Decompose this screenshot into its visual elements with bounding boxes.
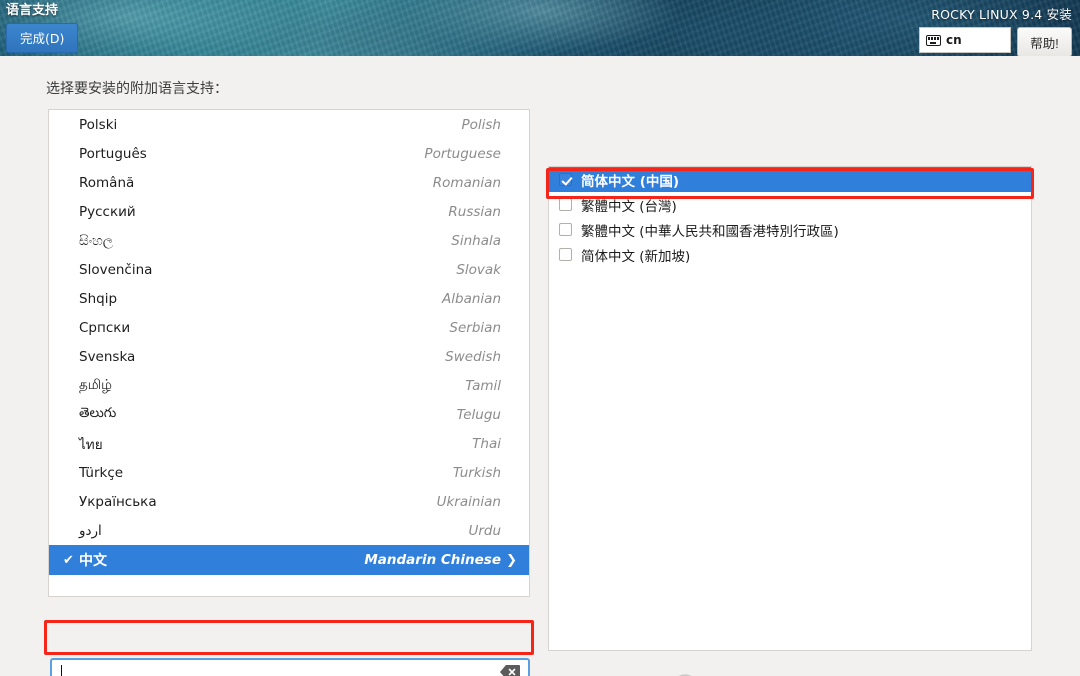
language-english-name: Sinhala: [451, 232, 501, 249]
language-native-name: Српски: [79, 319, 131, 336]
language-native-name: ไทย: [79, 436, 103, 453]
instruction-label: 选择要安装的附加语言支持：: [46, 81, 228, 97]
language-row[interactable]: Türkçe Turkish: [49, 458, 529, 487]
language-english-name: Urdu: [468, 522, 501, 539]
locale-row[interactable]: 繁體中文 (中華人民共和國香港特別行政區): [549, 217, 1031, 242]
language-english-name: Swedish: [445, 348, 501, 365]
language-native-name: Slovenčina: [79, 261, 153, 278]
language-row[interactable]: Română Romanian: [49, 168, 529, 197]
language-row-selected[interactable]: ✔ 中文 Mandarin Chinese ❯: [49, 545, 529, 575]
language-english-name: Albanian: [442, 290, 501, 307]
header-left-group: 语言支持 完成(D): [6, 3, 79, 53]
language-row[interactable]: Српски Serbian: [49, 313, 529, 342]
locale-list[interactable]: 简体中文 (中国) 繁體中文 (台灣) 繁體中文 (中華人民共和國香港特別行政區) 简…: [548, 166, 1032, 651]
language-native-name: Shqip: [79, 290, 118, 307]
language-row[interactable]: ไทย Thai: [49, 429, 529, 458]
language-english-name: Telugu: [456, 406, 501, 423]
language-native-name: Română: [79, 174, 135, 191]
language-english-name: Romanian: [432, 174, 501, 191]
done-button[interactable]: 完成(D): [6, 23, 79, 53]
language-english-name: Polish: [461, 116, 502, 133]
language-row[interactable]: සිංහල Sinhala: [49, 226, 529, 255]
locale-checkbox[interactable]: [559, 248, 572, 261]
language-english-name: Thai: [472, 435, 501, 452]
language-row[interactable]: தமிழ் Tamil: [49, 371, 529, 400]
watermark: 公众号 · 超哥的IT私房菜: [672, 670, 1020, 676]
language-native-name: தமிழ்: [79, 376, 112, 393]
locale-checkbox[interactable]: [559, 198, 572, 211]
chevron-right-icon: ❯: [506, 552, 517, 568]
language-row[interactable]: తెలుగు Telugu: [49, 400, 529, 429]
language-row[interactable]: Português Portuguese: [49, 139, 529, 168]
language-english-name: Tamil: [465, 377, 501, 394]
language-row[interactable]: اردو Urdu: [49, 516, 529, 545]
language-row[interactable]: Shqip Albanian: [49, 284, 529, 313]
keyboard-layout-label: cn: [946, 33, 962, 47]
language-native-name: Polski: [79, 116, 118, 133]
keyboard-layout-indicator[interactable]: cn: [919, 27, 1011, 53]
language-english-name: Ukrainian: [436, 493, 501, 510]
language-native-name: اردو: [79, 522, 102, 539]
text-caret: [61, 665, 62, 676]
language-native-name: తెలుగు: [79, 405, 117, 421]
locale-label: 简体中文 (中国): [581, 173, 680, 190]
language-native-name: Svenska: [79, 348, 136, 365]
language-english-name: Turkish: [452, 464, 501, 481]
page-title: 语言支持: [6, 3, 59, 18]
language-row[interactable]: Polski Polish: [49, 110, 529, 139]
header-right-group: ROCKY LINUX 9.4 安装 cn 帮助!: [919, 4, 1072, 56]
language-native-name: Português: [79, 145, 147, 162]
locale-label: 繁體中文 (台灣): [581, 198, 677, 215]
locale-label: 繁體中文 (中華人民共和國香港特別行政區): [581, 223, 839, 240]
language-native-name: Українська: [79, 493, 157, 510]
spoke-content: 选择要安装的附加语言支持： Polski Polish Português Portu…: [0, 56, 1080, 676]
language-row[interactable]: Українська Ukrainian: [49, 487, 529, 516]
watermark-text: 公众号 · 超哥的IT私房菜: [720, 670, 1020, 676]
language-row[interactable]: Svenska Swedish: [49, 342, 529, 371]
locale-checkbox[interactable]: [559, 223, 572, 236]
product-brand-label: ROCKY LINUX 9.4 安装: [931, 7, 1072, 22]
language-english-name: Russian: [448, 203, 501, 220]
help-button[interactable]: 帮助!: [1017, 27, 1072, 56]
search-input[interactable]: [52, 661, 500, 676]
locale-row-selected[interactable]: 简体中文 (中国): [549, 167, 1031, 192]
installer-header: 语言支持 完成(D) ROCKY LINUX 9.4 安装 cn 帮助!: [0, 0, 1080, 56]
keyboard-icon: [926, 34, 941, 46]
locale-checkbox[interactable]: [559, 173, 572, 186]
language-check-icon: ✔: [63, 552, 74, 568]
language-list[interactable]: Polski Polish Português Portuguese Română Rom…: [48, 109, 530, 597]
clear-backspace-icon[interactable]: [500, 665, 520, 676]
language-english-name: Portuguese: [424, 145, 501, 162]
locale-row[interactable]: 简体中文 (新加坡): [549, 242, 1031, 267]
header-controls: cn 帮助!: [919, 27, 1072, 56]
language-native-name: Türkçe: [79, 464, 124, 481]
language-native-name: Русский: [79, 203, 136, 220]
language-search-box[interactable]: [50, 658, 530, 676]
language-row[interactable]: Slovenčina Slovak: [49, 255, 529, 284]
language-english-name: Serbian: [449, 319, 501, 336]
language-native-name: සිංහල: [79, 232, 114, 249]
language-english-name: Slovak: [456, 261, 501, 278]
language-english-name: Mandarin Chinese: [364, 552, 501, 568]
locale-label: 简体中文 (新加坡): [581, 248, 691, 265]
locale-row[interactable]: 繁體中文 (台灣): [549, 192, 1031, 217]
language-native-name: 中文: [79, 553, 107, 569]
annotation-box-selected-language: [44, 620, 534, 655]
language-row[interactable]: Русский Russian: [49, 197, 529, 226]
